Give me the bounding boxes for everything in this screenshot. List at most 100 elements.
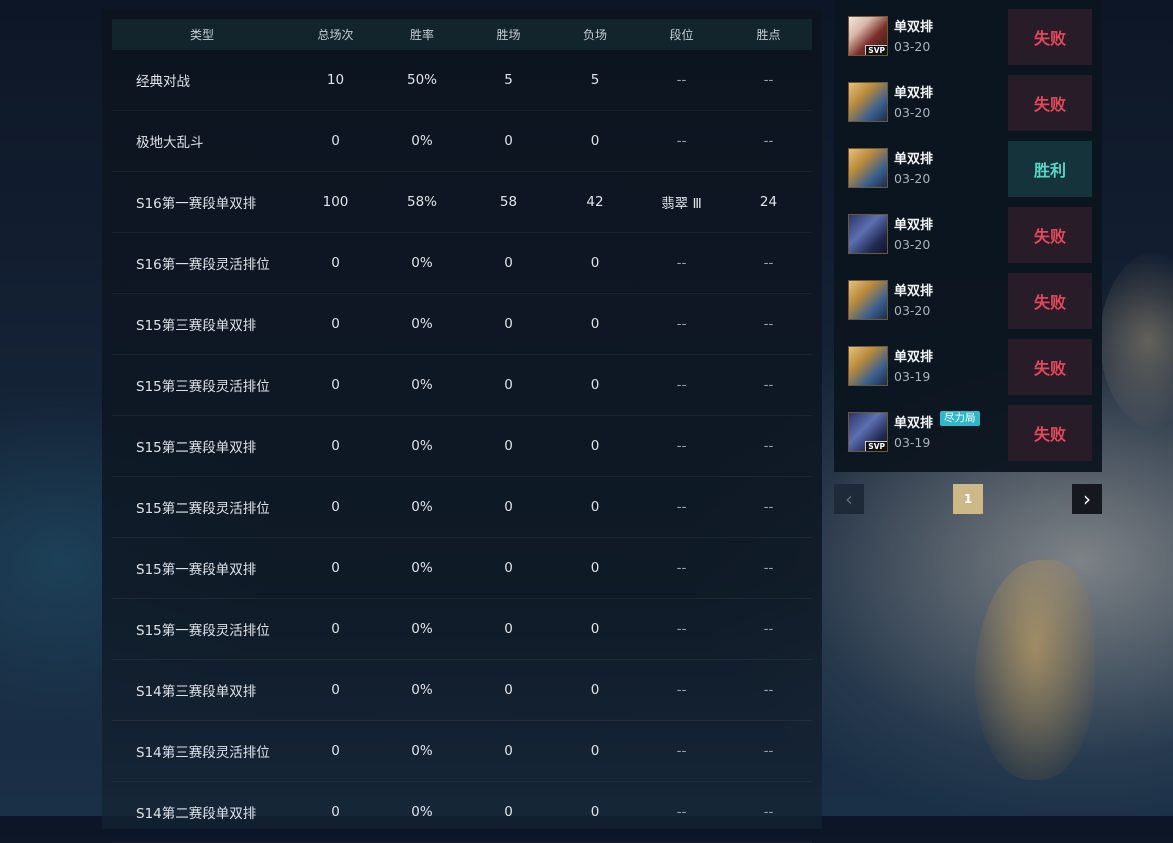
table-row: S14第三赛段灵活排位 0 0% 0 0 -- --	[112, 721, 812, 782]
match-result: 失败	[1008, 207, 1092, 263]
table-row: S16第一赛段灵活排位 0 0% 0 0 -- --	[112, 233, 812, 294]
table-header: 类型 总场次 胜率 胜场 负场 段位 胜点	[112, 19, 812, 50]
cell-losses: 0	[590, 499, 600, 515]
cell-lp: --	[763, 377, 774, 393]
champion-avatar: SVP	[848, 16, 888, 56]
match-item[interactable]: 单双排 03-20 失败	[834, 66, 1102, 132]
cell-rank: --	[676, 133, 687, 149]
cell-lp: --	[763, 621, 774, 637]
next-page-glyph: ›	[1083, 487, 1091, 511]
cell-win-rate: 0%	[411, 255, 433, 271]
background-artwork-wing	[975, 560, 1095, 780]
match-date: 03-19	[894, 435, 931, 450]
cell-lp: --	[763, 72, 774, 88]
cell-type: S15第一赛段单双排	[136, 562, 257, 578]
cell-losses: 0	[590, 377, 600, 393]
cell-wins: 0	[504, 316, 513, 332]
champion-avatar	[848, 280, 888, 320]
table-row: S15第二赛段单双排 0 0% 0 0 -- --	[112, 416, 812, 477]
match-mode: 单双排	[894, 350, 934, 365]
cell-win-rate: 0%	[411, 316, 433, 332]
cell-type: S14第二赛段单双排	[136, 806, 257, 822]
cell-lp: --	[763, 743, 774, 759]
match-history-panel: SVP 单双排 03-20 失败 单双排 03-20 失败 单双排 03-20 胜利 单双排 03-2…	[834, 0, 1102, 472]
match-mode: 单双排	[894, 284, 934, 299]
cell-rank: --	[676, 621, 687, 637]
cell-losses: 5	[590, 72, 600, 88]
cell-wins: 0	[504, 377, 513, 393]
cell-lp: 24	[759, 194, 778, 210]
chevron-left-icon[interactable]: ‹	[834, 484, 864, 514]
cell-rank: --	[676, 682, 687, 698]
cell-rank: --	[676, 743, 687, 759]
cell-win-rate: 0%	[411, 804, 433, 820]
cell-losses: 0	[590, 560, 600, 576]
match-item[interactable]: SVP 单双排 尽力局 03-19 失败	[834, 396, 1102, 462]
match-item[interactable]: 单双排 03-20 失败	[834, 264, 1102, 330]
cell-losses: 0	[590, 133, 600, 149]
cell-losses: 0	[590, 255, 600, 271]
cell-wins: 0	[504, 499, 513, 515]
match-date: 03-20	[894, 171, 931, 186]
cell-win-rate: 50%	[406, 72, 437, 88]
chevron-right-icon[interactable]: ›	[1072, 484, 1102, 514]
ranked-stats-panel: 类型 总场次 胜率 胜场 负场 段位 胜点 经典对战 10 50% 5 5 -- -- 极地大…	[102, 9, 822, 843]
header-rank: 段位	[669, 28, 694, 42]
table-row: S15第一赛段单双排 0 0% 0 0 -- --	[112, 538, 812, 599]
header-losses: 负场	[582, 28, 607, 42]
cell-losses: 0	[590, 682, 600, 698]
cell-lp: --	[763, 316, 774, 332]
cell-rank: 翡翠 Ⅲ	[661, 196, 702, 212]
cell-win-rate: 58%	[406, 194, 437, 210]
cell-total-games: 0	[331, 804, 340, 820]
match-item[interactable]: 单双排 03-20 失败	[834, 198, 1102, 264]
champion-avatar	[848, 148, 888, 188]
match-mode: 单双排	[894, 20, 934, 35]
cell-lp: --	[763, 133, 774, 149]
cell-rank: --	[676, 560, 687, 576]
page-number-button[interactable]: 1	[953, 484, 983, 514]
table-row: 极地大乱斗 0 0% 0 0 -- --	[112, 111, 812, 172]
match-item[interactable]: SVP 单双排 03-20 失败	[834, 0, 1102, 66]
cell-total-games: 0	[331, 438, 340, 454]
cell-win-rate: 0%	[411, 499, 433, 515]
table-row: S14第二赛段单双排 0 0% 0 0 -- --	[112, 782, 812, 843]
match-date: 03-20	[894, 303, 931, 318]
cell-win-rate: 0%	[411, 560, 433, 576]
match-mode: 单双排	[894, 218, 934, 233]
champion-avatar	[848, 82, 888, 122]
cell-wins: 0	[504, 560, 513, 576]
match-result: 失败	[1008, 405, 1092, 461]
cell-wins: 0	[504, 255, 513, 271]
cell-total-games: 0	[331, 621, 340, 637]
cell-losses: 0	[590, 316, 600, 332]
champion-avatar: SVP	[848, 412, 888, 452]
table-row: 经典对战 10 50% 5 5 -- --	[112, 50, 812, 111]
cell-type: S15第一赛段灵活排位	[136, 623, 270, 639]
match-tag-badge: 尽力局	[940, 411, 980, 426]
cell-lp: --	[763, 682, 774, 698]
cell-type: 经典对战	[136, 74, 190, 90]
match-date: 03-20	[894, 105, 931, 120]
match-result: 失败	[1008, 273, 1092, 329]
header-win-rate: 胜率	[409, 28, 434, 42]
cell-total-games: 0	[331, 499, 340, 515]
cell-lp: --	[763, 438, 774, 454]
cell-wins: 5	[504, 72, 513, 88]
match-result: 胜利	[1008, 141, 1092, 197]
match-date: 03-20	[894, 237, 931, 252]
cell-lp: --	[763, 255, 774, 271]
svp-badge: SVP	[865, 45, 887, 55]
match-item[interactable]: 单双排 03-19 失败	[834, 330, 1102, 396]
cell-type: S14第三赛段灵活排位	[136, 745, 270, 761]
match-date: 03-19	[894, 369, 931, 384]
match-item[interactable]: 单双排 03-20 胜利	[834, 132, 1102, 198]
table-row: S15第三赛段灵活排位 0 0% 0 0 -- --	[112, 355, 812, 416]
cell-wins: 0	[504, 133, 513, 149]
cell-losses: 0	[590, 743, 600, 759]
match-mode: 单双排	[894, 152, 934, 167]
svp-badge: SVP	[865, 441, 887, 451]
table-body: 经典对战 10 50% 5 5 -- -- 极地大乱斗 0 0% 0 0 -- -- S16第一赛段单双排 1…	[112, 50, 812, 843]
cell-wins: 0	[504, 743, 513, 759]
cell-losses: 0	[590, 438, 600, 454]
